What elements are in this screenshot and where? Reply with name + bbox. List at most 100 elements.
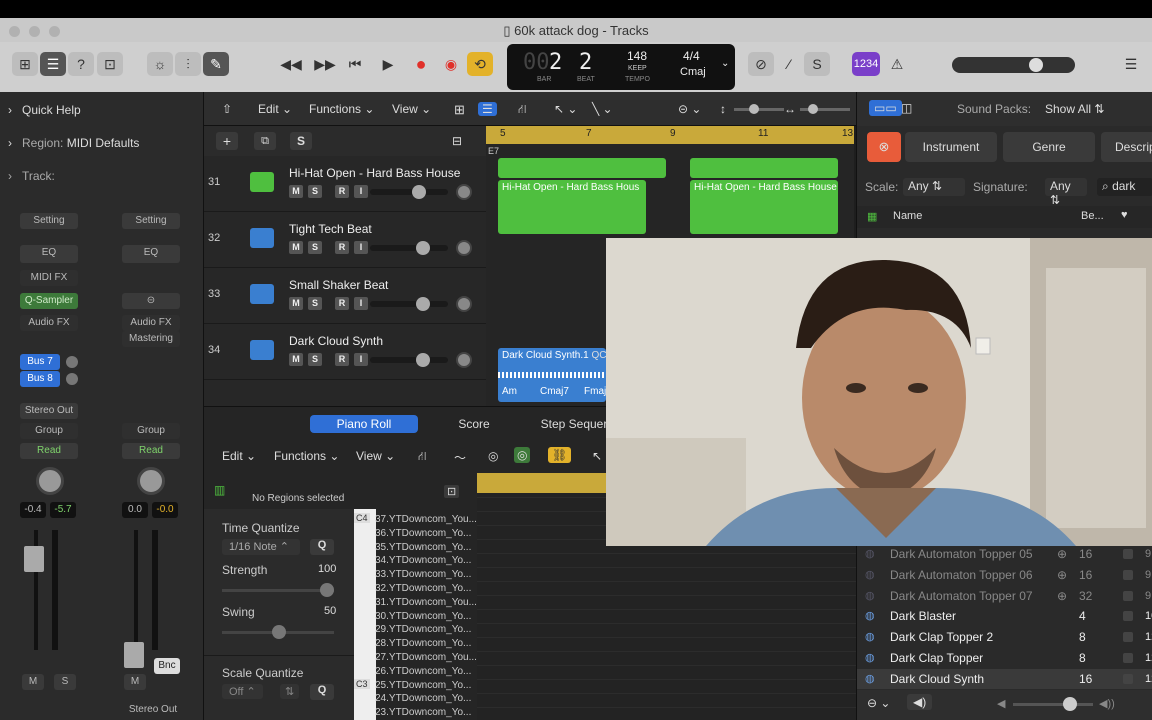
track-row[interactable]: 34 Dark Cloud Synth M S R I — [204, 324, 486, 380]
chevron-down-icon[interactable]: ⌄ — [721, 58, 729, 69]
go-to-start-button[interactable]: ⏮ — [342, 52, 368, 76]
rewind-button[interactable]: ◀◀ — [278, 52, 304, 76]
filter-instrument[interactable]: Instrument — [905, 132, 997, 162]
scale-mode-icon[interactable]: ⇅ — [280, 684, 300, 699]
pointer-tool-icon[interactable]: ↖ ⌄ — [554, 102, 577, 116]
download-icon[interactable]: ⊕ — [1057, 586, 1067, 606]
track-name[interactable]: Hi-Hat Open - Hard Bass House — [289, 166, 460, 180]
note-row-label[interactable]: 36.YTDowncom_Yo... — [375, 527, 477, 541]
cycle-button[interactable]: ⟲ — [467, 52, 493, 76]
low-latency-button[interactable]: ⊘ — [748, 52, 774, 76]
send-knob-icon[interactable] — [66, 356, 78, 368]
collapse-icon[interactable]: ⊟ — [452, 134, 462, 148]
list-editors-button[interactable]: ☰ — [1118, 52, 1144, 76]
pointer-tool-icon[interactable]: ↖ — [592, 449, 602, 463]
track-disclosure[interactable]: › Track: — [8, 169, 55, 183]
midi-in-icon[interactable]: ◎ — [488, 449, 498, 463]
midi-region[interactable] — [690, 158, 838, 178]
track-input-monitor-button[interactable]: I — [354, 353, 368, 366]
toolbar-toggle-button[interactable]: ⊡ — [97, 52, 123, 76]
view-menu[interactable]: View ⌄ — [392, 102, 431, 116]
strip1-automation[interactable]: Read — [20, 443, 78, 459]
quick-help-disclosure[interactable]: › Quick Help — [8, 103, 81, 117]
track-input-monitor-button[interactable]: I — [354, 185, 368, 198]
scale-off-select[interactable]: Off ⌃ — [222, 684, 263, 699]
loop-search-input[interactable]: ⌕ dark — [1097, 178, 1152, 196]
tab-score[interactable]: Score — [444, 415, 504, 433]
column-beats[interactable]: Be... — [1081, 210, 1104, 222]
column-name[interactable]: Name — [893, 210, 922, 222]
quick-help-button[interactable]: ? — [68, 52, 94, 76]
track-name[interactable]: Tight Tech Beat — [289, 222, 372, 236]
loop-list-item[interactable]: ◍ Dark Automaton Topper 05 ⊕ 16 9 — [857, 544, 1152, 564]
master-volume-slider[interactable] — [952, 57, 1075, 73]
loop-list-item[interactable]: ◍ Dark Blaster 4 10 — [857, 606, 1152, 626]
region-disclosure[interactable]: › Region: MIDI Defaults — [8, 136, 139, 150]
global-solo-button[interactable]: S — [290, 132, 312, 150]
note-row-label[interactable]: 37.YTDowncom_You... — [375, 513, 477, 527]
track-record-button[interactable]: R — [335, 353, 349, 366]
pan-knob[interactable] — [137, 467, 165, 495]
favorite-checkbox[interactable] — [1123, 611, 1133, 622]
note-row-label[interactable]: 33.YTDowncom_Yo... — [375, 568, 477, 582]
bounce-button[interactable]: Bnc — [154, 658, 180, 674]
track-record-button[interactable]: R — [335, 241, 349, 254]
track-row[interactable]: 33 Small Shaker Beat M S R I — [204, 268, 486, 324]
strip2-automation[interactable]: Read — [122, 443, 180, 459]
track-name[interactable]: Dark Cloud Synth — [289, 334, 383, 348]
editor-edit-menu[interactable]: Edit ⌄ — [222, 449, 256, 463]
track-row[interactable]: 32 Tight Tech Beat M S R I — [204, 212, 486, 268]
track-input-monitor-button[interactable]: I — [354, 297, 368, 310]
filter-genre[interactable]: Genre — [1003, 132, 1095, 162]
track-volume-slider[interactable] — [370, 241, 448, 255]
signature-select[interactable]: Any ⇅ — [1045, 178, 1087, 207]
inspector-button[interactable]: ☰ — [40, 52, 66, 76]
midi-region[interactable] — [498, 158, 666, 178]
tuner-icon[interactable]: ⁄ — [776, 52, 802, 76]
grid-view-icon[interactable]: ⊞ — [454, 102, 465, 118]
track-pan-knob[interactable] — [456, 296, 472, 312]
track-record-button[interactable]: R — [335, 297, 349, 310]
note-row-label[interactable]: 23.YTDowncom_Yo... — [375, 706, 477, 720]
track-name[interactable]: Small Shaker Beat — [289, 278, 388, 292]
timeline-ruler[interactable]: 5 7 9 11 13 — [486, 126, 854, 144]
strip2-group[interactable]: Group — [122, 423, 180, 439]
waveform-zoom-icon[interactable]: ⊝ ⌄ — [678, 102, 701, 116]
action-menu-icon[interactable]: ⊖ ⌄ — [867, 696, 890, 710]
strength-slider[interactable] — [222, 583, 334, 597]
horizontal-zoom-slider[interactable] — [800, 104, 850, 114]
note-row-label[interactable]: 27.YTDowncom_You... — [375, 651, 477, 665]
loop-view-icon[interactable]: ▭▭ — [869, 100, 902, 116]
count-in-button[interactable]: 1234 — [852, 52, 880, 76]
favorite-checkbox[interactable] — [1123, 632, 1133, 643]
track-solo-button[interactable]: S — [308, 297, 322, 310]
strip1-bus-8[interactable]: Bus 8 — [20, 371, 60, 387]
strip1-bus-7[interactable]: Bus 7 — [20, 354, 60, 370]
track-pan-knob[interactable] — [456, 352, 472, 368]
reset-filters-button[interactable]: ⊗ — [867, 132, 901, 162]
replace-record-button[interactable]: ◉ — [438, 52, 464, 76]
note-row-label[interactable]: 34.YTDowncom_Yo... — [375, 554, 477, 568]
edit-menu[interactable]: Edit ⌄ — [258, 102, 292, 116]
track-volume-slider[interactable] — [370, 353, 448, 367]
record-button[interactable]: ● — [408, 52, 434, 76]
dark-cloud-region[interactable]: Dark Cloud Synth.1 QC Am Cmaj7 Fmaj — [498, 348, 606, 402]
loop-list-item[interactable]: ◍ Dark Clap Topper 8 12 — [857, 648, 1152, 668]
catch-icon[interactable]: ⛙ — [418, 449, 426, 465]
track-mute-button[interactable]: M — [289, 185, 303, 198]
duplicate-track-icon[interactable]: ⧉ — [254, 132, 276, 150]
note-row-label[interactable]: 32.YTDowncom_Yo... — [375, 582, 477, 596]
send-knob-icon[interactable] — [66, 373, 78, 385]
play-button[interactable]: ▶ — [375, 52, 401, 76]
strip1-eq[interactable]: EQ — [20, 245, 78, 263]
track-record-button[interactable]: R — [335, 185, 349, 198]
note-row-label[interactable]: 31.YTDowncom_You... — [375, 596, 477, 610]
favorite-checkbox[interactable] — [1123, 673, 1133, 684]
scale-select[interactable]: Any ⇅ — [903, 178, 965, 196]
track-input-monitor-button[interactable]: I — [354, 241, 368, 254]
horizontal-zoom-icon[interactable]: ↔ — [784, 102, 796, 116]
note-row-label[interactable]: 29.YTDowncom_Yo... — [375, 623, 477, 637]
note-row-label[interactable]: 24.YTDowncom_Yo... — [375, 692, 477, 706]
library-button[interactable]: ⊞ — [12, 52, 38, 76]
track-mute-button[interactable]: M — [289, 297, 303, 310]
